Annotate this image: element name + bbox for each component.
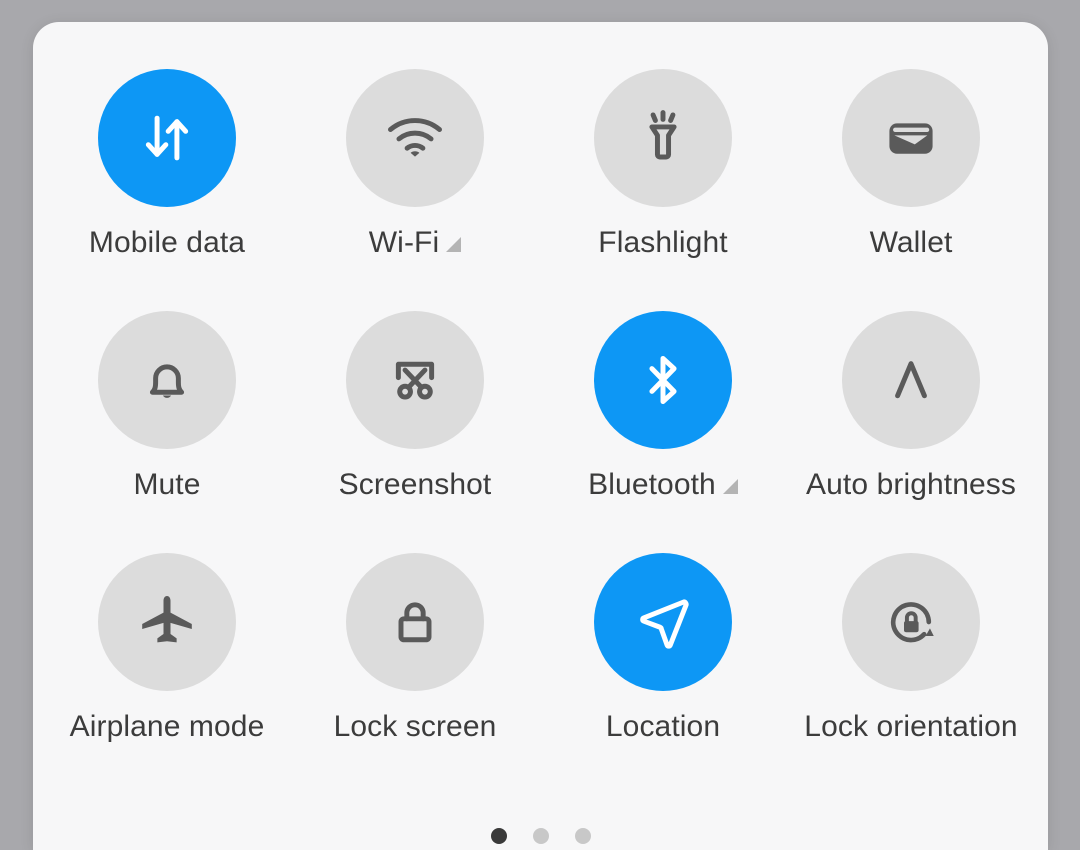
qs-tile-wallet[interactable]: Wallet: [787, 22, 1035, 264]
qs-tile-label-row: Mobile data: [89, 228, 245, 258]
mobile-data-icon: [132, 103, 202, 173]
qs-tile-toggle[interactable]: [594, 69, 732, 207]
qs-tile-label: Lock screen: [333, 710, 497, 743]
qs-tile-label-row: Lock orientation: [804, 712, 1017, 742]
qs-tile-label: Wi-Fi: [368, 226, 440, 259]
qs-tile-label-row: Airplane mode: [70, 712, 265, 742]
qs-tile-toggle[interactable]: [842, 69, 980, 207]
wallet-icon: [876, 103, 946, 173]
lock-icon: [380, 587, 450, 657]
quick-settings-tile-grid: Mobile data Wi-Fi Flashlight Wallet Mute Scre…: [33, 22, 1048, 782]
qs-tile-label: Mute: [133, 468, 201, 501]
qs-tile-toggle[interactable]: [842, 553, 980, 691]
qs-tile-toggle[interactable]: [98, 311, 236, 449]
bluetooth-icon: [628, 345, 698, 415]
qs-tile-toggle[interactable]: [346, 553, 484, 691]
qs-tile-toggle[interactable]: [98, 553, 236, 691]
qs-tile-toggle[interactable]: [842, 311, 980, 449]
qs-tile-label-row: Lock screen: [334, 712, 497, 742]
qs-tile-location[interactable]: Location: [539, 506, 787, 748]
qs-tile-label-row: Bluetooth: [588, 470, 738, 500]
qs-tile-bluetooth[interactable]: Bluetooth: [539, 264, 787, 506]
qs-tile-label: Lock orientation: [804, 710, 1018, 743]
qs-tile-label: Mobile data: [88, 226, 246, 259]
page-indicator[interactable]: [33, 828, 1048, 844]
auto-brightness-icon: [876, 345, 946, 415]
qs-tile-mobile-data[interactable]: Mobile data: [43, 22, 291, 264]
qs-tile-label-row: Location: [606, 712, 720, 742]
qs-tile-label-row: Screenshot: [339, 470, 492, 500]
qs-tile-toggle[interactable]: [346, 311, 484, 449]
qs-tile-label: Flashlight: [598, 226, 728, 259]
qs-tile-label: Bluetooth: [588, 468, 716, 501]
expand-detail-icon[interactable]: [446, 236, 462, 252]
qs-tile-label-row: Auto brightness: [806, 470, 1016, 500]
qs-tile-auto-brightness[interactable]: Auto brightness: [787, 264, 1035, 506]
qs-tile-toggle[interactable]: [594, 311, 732, 449]
quick-settings-panel: Mobile data Wi-Fi Flashlight Wallet Mute Scre…: [33, 22, 1048, 850]
bell-icon: [132, 345, 202, 415]
qs-tile-airplane-mode[interactable]: Airplane mode: [43, 506, 291, 748]
qs-tile-label-row: Wallet: [870, 228, 953, 258]
qs-tile-mute[interactable]: Mute: [43, 264, 291, 506]
page-dot-2[interactable]: [532, 828, 549, 844]
qs-tile-toggle[interactable]: [346, 69, 484, 207]
qs-tile-toggle[interactable]: [594, 553, 732, 691]
qs-tile-label: Auto brightness: [806, 468, 1016, 501]
page-dot-1[interactable]: [490, 828, 507, 844]
qs-tile-lock-screen[interactable]: Lock screen: [291, 506, 539, 748]
qs-tile-lock-orientation[interactable]: Lock orientation: [787, 506, 1035, 748]
lock-orientation-icon: [876, 587, 946, 657]
page-dot-3[interactable]: [574, 828, 591, 844]
wifi-icon: [380, 103, 450, 173]
location-arrow-icon: [628, 587, 698, 657]
qs-tile-screenshot[interactable]: Screenshot: [291, 264, 539, 506]
flashlight-icon: [628, 103, 698, 173]
qs-tile-flashlight[interactable]: Flashlight: [539, 22, 787, 264]
qs-tile-label-row: Mute: [133, 470, 200, 500]
qs-tile-toggle[interactable]: [98, 69, 236, 207]
expand-detail-icon[interactable]: [722, 478, 738, 494]
screenshot-icon: [380, 345, 450, 415]
airplane-icon: [132, 587, 202, 657]
qs-tile-wi-fi[interactable]: Wi-Fi: [291, 22, 539, 264]
qs-tile-label: Location: [605, 710, 721, 743]
qs-tile-label: Screenshot: [338, 468, 492, 501]
qs-tile-label-row: Flashlight: [598, 228, 727, 258]
qs-tile-label: Airplane mode: [69, 710, 265, 743]
qs-tile-label: Wallet: [869, 226, 953, 259]
qs-tile-label-row: Wi-Fi: [368, 226, 462, 259]
